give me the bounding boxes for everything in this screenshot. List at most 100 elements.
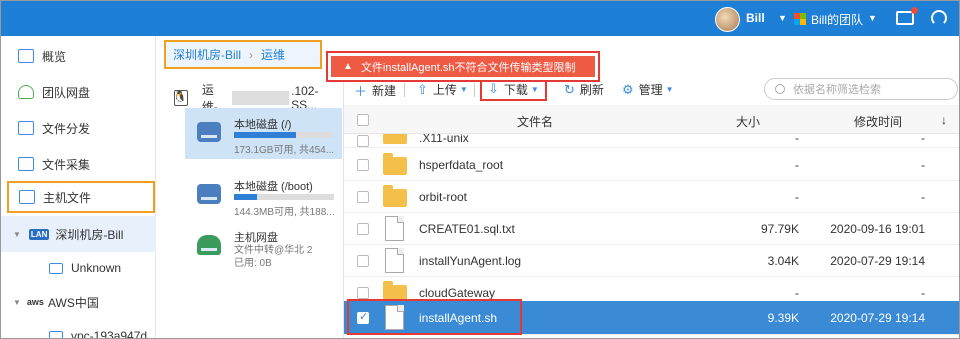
manage-label: 管理 (638, 83, 663, 97)
monitor-icon (49, 330, 63, 338)
plus-icon: ＋ (354, 84, 368, 99)
host-files-icon (19, 190, 35, 204)
file-size: - (795, 190, 799, 204)
table-row[interactable]: .X11-unix - - (344, 134, 959, 148)
warning-icon: ▲ (343, 61, 353, 72)
redacted-block (231, 91, 290, 105)
sidebar-item-label: 文件采集 (42, 157, 91, 172)
table-row[interactable]: hsperfdata_root - - (344, 149, 959, 181)
drive-usage: 已用: 0B (234, 258, 272, 269)
download-label: 下载 (503, 82, 528, 97)
disk-usage-bar (234, 194, 334, 200)
chevron-down-icon[interactable]: ▼ (868, 13, 877, 23)
team-switcher[interactable]: Bill的团队 (811, 11, 863, 28)
file-modified: - (921, 134, 925, 145)
folder-icon (383, 134, 407, 144)
sidebar-item-overview[interactable]: 概览 (1, 38, 156, 74)
toast-body: ▲ 文件installAgent.sh不符合文件传输类型限制 (331, 56, 595, 77)
chevron-down-icon[interactable]: ▼ (13, 298, 21, 307)
sidebar-item-label: 文件分发 (42, 121, 91, 136)
host-network-drive[interactable]: 主机网盘 文件中转@华北 2 已用: 0B (185, 221, 342, 272)
disk-boot[interactable]: 本地磁盘 (/boot) 144.3MB可用, 共188... (185, 170, 342, 221)
row-checkbox[interactable] (357, 135, 369, 147)
sidebar-item-unknown[interactable]: Unknown (1, 250, 156, 286)
row-checkbox[interactable] (357, 255, 369, 267)
file-icon (385, 248, 404, 273)
file-name[interactable]: .X11-unix (419, 134, 469, 145)
breadcrumb-item[interactable]: 运维 (261, 46, 285, 63)
headset-icon[interactable] (931, 10, 947, 26)
chevron-down-icon: ▼ (665, 85, 674, 94)
table-row[interactable]: orbit-root - - (344, 181, 959, 213)
disk-name: 本地磁盘 (/) (234, 119, 292, 131)
file-size: 3.04K (767, 254, 799, 268)
sidebar-item-label: vpc-193a947d (71, 329, 148, 339)
sidebar: 概览 团队网盘 文件分发 文件采集 主机文件 ▼ LAN 深圳机房-Bill U… (1, 36, 156, 339)
monitor-icon (18, 49, 34, 63)
column-header-name[interactable]: 文件名 (517, 113, 553, 130)
select-all-checkbox[interactable] (357, 114, 369, 126)
highlight-box (347, 299, 522, 335)
table-row[interactable]: installYunAgent.log 3.04K 2020-07-29 19:… (344, 245, 959, 277)
file-size: - (795, 158, 799, 172)
toast-message: 文件installAgent.sh不符合文件传输类型限制 (360, 61, 576, 74)
new-button[interactable]: ＋ 新建 (354, 81, 396, 100)
chevron-down-icon[interactable]: ▼ (778, 13, 787, 23)
disk-usage-fill (234, 194, 257, 200)
chevron-down-icon: ▼ (459, 85, 468, 94)
refresh-button[interactable]: ↻ 刷新 (564, 81, 604, 98)
chevron-down-icon[interactable]: ▼ (13, 230, 21, 239)
sidebar-item-label: 概览 (42, 49, 67, 64)
sidebar-item-vpc[interactable]: vpc-193a947d (1, 318, 156, 339)
file-modified: - (921, 190, 925, 204)
column-header-modified[interactable]: 修改时间 (854, 113, 902, 130)
row-checkbox[interactable] (357, 191, 369, 203)
column-header-size[interactable]: 大小 (736, 113, 760, 130)
lan-badge: LAN (28, 228, 50, 240)
row-checkbox[interactable] (357, 159, 369, 171)
breadcrumb-item[interactable]: 深圳机房-Bill (173, 46, 241, 63)
row-checkbox[interactable] (357, 287, 369, 299)
new-label: 新建 (372, 84, 397, 98)
hard-disk-icon (197, 122, 221, 142)
search-placeholder: 依据名称筛选检索 (793, 84, 881, 96)
linux-icon (173, 90, 188, 106)
file-size: 97.79K (760, 222, 799, 236)
upload-button[interactable]: ⇧ 上传 ▼ (417, 81, 468, 98)
collect-icon (18, 157, 34, 171)
file-size: 9.39K (767, 311, 799, 325)
file-name[interactable]: CREATE01.sql.txt (419, 222, 515, 236)
hard-disk-icon (197, 184, 221, 204)
top-bar: Bill ▼ Bill的团队 ▼ (1, 1, 959, 36)
sidebar-item-file-distribution[interactable]: 文件分发 (1, 110, 156, 146)
file-name[interactable]: orbit-root (419, 190, 467, 204)
mail-icon[interactable] (896, 7, 918, 25)
sidebar-item-file-collection[interactable]: 文件采集 (1, 146, 156, 182)
device-panel: 运维- .102-SS... 本地磁盘 (/) 173.1GB可用, 共454.… (164, 71, 344, 338)
distribute-icon (18, 121, 34, 135)
avatar[interactable] (715, 7, 740, 32)
file-name[interactable]: cloudGateway (419, 286, 495, 300)
sidebar-item-shenzhen-lan[interactable]: ▼ LAN 深圳机房-Bill (1, 216, 156, 252)
disk-name: 本地磁盘 (/boot) (234, 181, 313, 193)
row-checkbox[interactable] (357, 223, 369, 235)
sidebar-item-team-drive[interactable]: 团队网盘 (1, 74, 156, 110)
user-name[interactable]: Bill (746, 11, 765, 25)
sidebar-item-aws-china[interactable]: ▼ aws AWS中国 (1, 284, 156, 320)
app-window: Bill ▼ Bill的团队 ▼ 概览 团队网盘 文件分发 文件采集 主机文件 (0, 0, 960, 339)
sidebar-item-label: AWS中国 (47, 295, 99, 310)
file-size: - (795, 134, 799, 145)
sidebar-item-host-files[interactable]: 主机文件 (7, 181, 155, 213)
file-name[interactable]: installYunAgent.log (419, 254, 521, 268)
manage-button[interactable]: ⚙ 管理 ▼ (622, 81, 674, 98)
sidebar-item-label: 团队网盘 (42, 85, 91, 100)
divider (404, 83, 405, 97)
search-input[interactable]: 依据名称筛选检索 (764, 78, 958, 100)
file-name[interactable]: hsperfdata_root (419, 158, 503, 172)
download-icon: ⇩ (488, 81, 499, 96)
sort-arrow-icon[interactable]: ↓ (941, 113, 947, 127)
file-modified: 2020-07-29 19:14 (830, 254, 925, 268)
table-row[interactable]: CREATE01.sql.txt 97.79K 2020-09-16 19:01 (344, 213, 959, 245)
disk-root[interactable]: 本地磁盘 (/) 173.1GB可用, 共454... (185, 108, 342, 159)
cloud-icon (18, 85, 34, 99)
